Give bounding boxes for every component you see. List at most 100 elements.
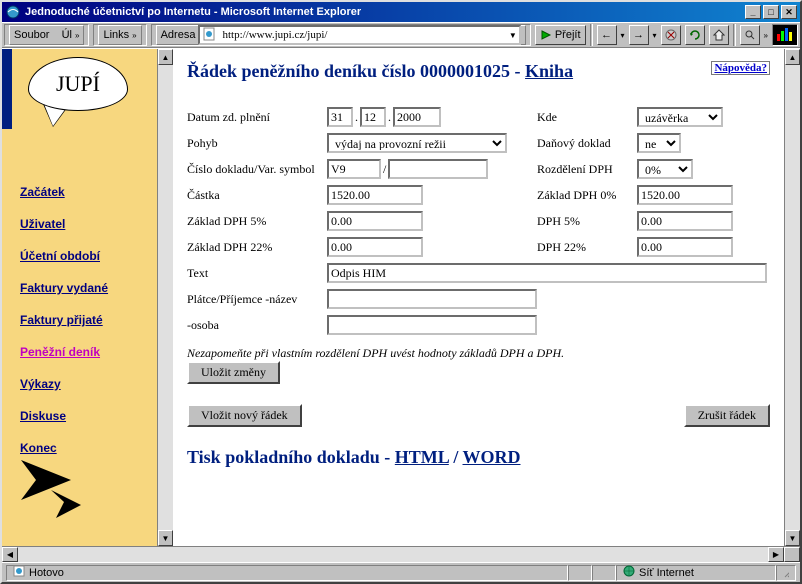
nav-diskuse[interactable]: Diskuse (20, 409, 108, 423)
url-dropdown-icon[interactable]: ▼ (509, 31, 517, 40)
nav-zacatek[interactable]: Začátek (20, 185, 108, 199)
select-dandoklad[interactable]: ne (637, 133, 681, 153)
go-button[interactable]: Přejít (535, 25, 586, 45)
input-mesic[interactable] (360, 107, 386, 127)
status-text: Hotovo (29, 567, 64, 579)
home-button[interactable] (709, 25, 729, 45)
links-more-icon[interactable]: » (132, 31, 136, 40)
page-heading: Řádek peněžního deníku číslo 0000001025 … (187, 61, 770, 82)
input-rok[interactable] (393, 107, 441, 127)
help-link[interactable]: Nápověda? (711, 61, 770, 75)
search-button[interactable] (740, 25, 760, 45)
heading-text: Řádek peněžního deníku číslo 0000001025 … (187, 61, 525, 81)
resize-grip[interactable] (776, 565, 796, 581)
print-html-link[interactable]: HTML (395, 447, 449, 467)
toolbar-separator (590, 24, 593, 46)
nav-vykazy[interactable]: Výkazy (20, 377, 108, 391)
input-platce[interactable] (327, 289, 537, 309)
close-button[interactable]: ✕ (781, 5, 797, 19)
cancel-row-button[interactable]: Zrušit řádek (684, 404, 770, 427)
win-scroll-right[interactable]: ▶ (768, 547, 784, 562)
links-label[interactable]: Links (103, 29, 129, 41)
win-scroll-down[interactable]: ▼ (785, 530, 800, 546)
label-dph5: DPH 5% (537, 214, 637, 229)
label-text: Text (187, 266, 327, 281)
print-word-link[interactable]: WORD (463, 447, 521, 467)
label-zaklad22: Základ DPH 22% (187, 240, 327, 255)
save-button[interactable]: Uložit změny (187, 361, 280, 384)
scroll-corner (784, 547, 800, 562)
adresa-label: Adresa (161, 29, 196, 41)
sidebar-nav: Začátek Uživatel Účetní období Faktury v… (20, 185, 108, 455)
select-pohyb[interactable]: výdaj na provozní režii (327, 133, 507, 153)
forward-button[interactable]: → (629, 25, 649, 45)
input-zaklad5[interactable] (327, 211, 423, 231)
form-note: Nezapomeňte při vlastním rozdělení DPH u… (187, 346, 770, 361)
nav-faktury-vydane[interactable]: Faktury vydané (20, 281, 108, 295)
input-zaklad22[interactable] (327, 237, 423, 257)
print-heading-text: Tisk pokladního dokladu - (187, 447, 395, 467)
maximize-button[interactable]: □ (763, 5, 779, 19)
label-cislo: Číslo dokladu/Var. symbol (187, 162, 327, 177)
window-hscrollbar[interactable]: ◀ ▶ (2, 546, 800, 562)
toolbar-more-icon[interactable]: » (764, 31, 768, 40)
input-dph5[interactable] (637, 211, 733, 231)
input-zaklad0[interactable] (637, 185, 733, 205)
url-input[interactable] (220, 28, 504, 42)
input-varsym[interactable] (388, 159, 488, 179)
new-row-button[interactable]: Vložit nový řádek (187, 404, 302, 427)
win-scroll-left[interactable]: ◀ (2, 547, 18, 562)
back-button[interactable]: ← (597, 25, 617, 45)
menu-uj[interactable]: Úl (62, 29, 72, 41)
form: Datum zd. plnění . . Kde uzávěrka Pohyb … (187, 104, 770, 468)
heading-kniha-link[interactable]: Kniha (525, 61, 573, 81)
decorative-figure (16, 450, 96, 520)
ie-throbber (772, 24, 798, 46)
nav-ucetni-obdobi[interactable]: Účetní období (20, 249, 108, 263)
print-sep: / (449, 447, 463, 467)
input-dph22[interactable] (637, 237, 733, 257)
logo-text: JUPÍ (56, 71, 100, 97)
nav-uzivatel[interactable]: Uživatel (20, 217, 108, 231)
minimize-button[interactable]: _ (745, 5, 761, 19)
titlebar: Jednoduché účetnictví po Internetu - Mic… (2, 2, 800, 22)
toolbar: Soubor Úl » Links » Adresa ▼ Přejít ← ▾ →… (2, 22, 800, 48)
win-hscroll-track[interactable] (18, 547, 768, 562)
status-cell-1 (568, 565, 592, 581)
input-doklad[interactable] (327, 159, 381, 179)
scroll-up-button[interactable]: ▲ (158, 49, 173, 65)
window-vscrollbar[interactable]: ▲ ▼ (784, 49, 800, 546)
label-kde: Kde (537, 110, 637, 125)
status-zone-text: Síť Internet (639, 567, 694, 579)
status-left: Hotovo (6, 565, 568, 581)
nav-faktury-prijate[interactable]: Faktury přijaté (20, 313, 108, 327)
input-castka[interactable] (327, 185, 423, 205)
select-rozdeleni[interactable]: 0% (637, 159, 693, 179)
select-kde[interactable]: uzávěrka (637, 107, 723, 127)
label-dph22: DPH 22% (537, 240, 637, 255)
page-status-icon (13, 565, 25, 580)
back-dropdown-icon[interactable]: ▾ (621, 31, 625, 40)
window-frame: Jednoduché účetnictví po Internetu - Mic… (0, 0, 802, 584)
label-pohyb: Pohyb (187, 136, 327, 151)
label-zaklad0: Základ DPH 0% (537, 188, 637, 203)
refresh-button[interactable] (685, 25, 705, 45)
logo-bubble: JUPÍ (28, 57, 128, 111)
label-platce: Plátce/Příjemce -název (187, 292, 327, 307)
nav-penezni-denik[interactable]: Peněžní deník (20, 345, 108, 359)
page-icon (202, 27, 216, 44)
inner-scrollbar[interactable]: ▲ ▼ (157, 49, 173, 546)
menu-soubor[interactable]: Soubor (14, 29, 49, 41)
status-zone: Síť Internet (616, 565, 776, 581)
menu-more-icon[interactable]: » (75, 31, 79, 40)
win-scroll-track[interactable] (785, 65, 800, 530)
forward-dropdown-icon[interactable]: ▾ (653, 31, 657, 40)
input-text[interactable] (327, 263, 767, 283)
scroll-track[interactable] (158, 65, 173, 530)
input-den[interactable] (327, 107, 353, 127)
stop-button[interactable] (661, 25, 681, 45)
scroll-down-button[interactable]: ▼ (158, 530, 173, 546)
address-bar[interactable]: ▼ (198, 25, 520, 45)
input-osoba[interactable] (327, 315, 537, 335)
win-scroll-up[interactable]: ▲ (785, 49, 800, 65)
